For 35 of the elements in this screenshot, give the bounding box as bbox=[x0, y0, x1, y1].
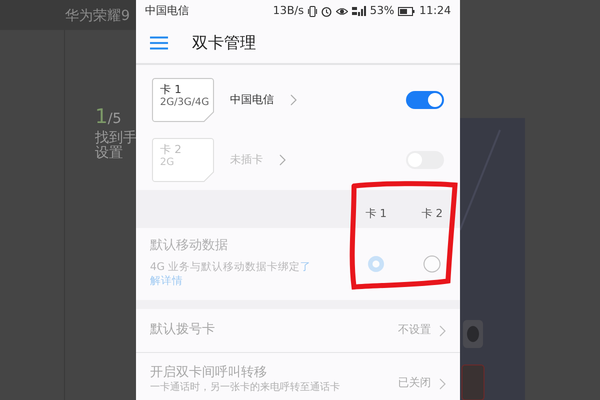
settings-row[interactable]: 默认拨号卡 不设置 bbox=[136, 309, 460, 352]
carrier-link[interactable]: 未插卡 bbox=[230, 152, 286, 168]
step-total: /5 bbox=[108, 111, 122, 127]
toggle-switch[interactable] bbox=[406, 90, 444, 110]
chevron-icon bbox=[439, 324, 446, 336]
step-text: 设置 bbox=[95, 146, 124, 162]
network-speed: 13B/s bbox=[272, 2, 304, 19]
chevron-icon bbox=[290, 94, 297, 106]
network-bands: 2G bbox=[160, 156, 214, 168]
setting-title: 开启双卡间呼叫转移 bbox=[150, 365, 268, 382]
chevron-icon bbox=[279, 154, 286, 166]
signal-icon bbox=[352, 6, 366, 16]
page-title: 双卡管理 bbox=[192, 32, 256, 54]
setting-title: 默认拨号卡 bbox=[150, 322, 215, 339]
network-bands: 2G/3G/4G bbox=[160, 96, 214, 108]
carrier-link[interactable]: 中国电信 bbox=[230, 92, 297, 108]
setting-value: 已关闭 bbox=[398, 375, 431, 392]
column-header: 卡 2 bbox=[420, 206, 444, 222]
alarm-icon bbox=[320, 6, 332, 16]
column-header: 卡 1 bbox=[364, 206, 388, 222]
eye-icon bbox=[336, 6, 348, 16]
battery-percent: 53% bbox=[370, 2, 394, 19]
page-title: 华为荣耀9 bbox=[65, 8, 130, 24]
chevron-icon bbox=[439, 378, 446, 390]
setting-description: 一卡通话时，另一张卡的来电呼转至通话卡 bbox=[150, 382, 340, 394]
vibrate-icon bbox=[308, 6, 317, 16]
carrier-name: 中国电信 bbox=[145, 2, 189, 19]
battery-icon bbox=[398, 6, 416, 16]
step-number: 1 bbox=[95, 104, 108, 128]
sim-label: 卡 2 bbox=[160, 144, 182, 157]
setting-title: 默认移动数据 bbox=[150, 237, 229, 255]
setting-description: 4G 业务与默认移动数据卡绑定 bbox=[150, 260, 300, 272]
clock-time: 11:24 bbox=[419, 2, 451, 19]
sim-label: 卡 1 bbox=[160, 84, 182, 97]
setting-value: 不设置 bbox=[398, 322, 431, 338]
